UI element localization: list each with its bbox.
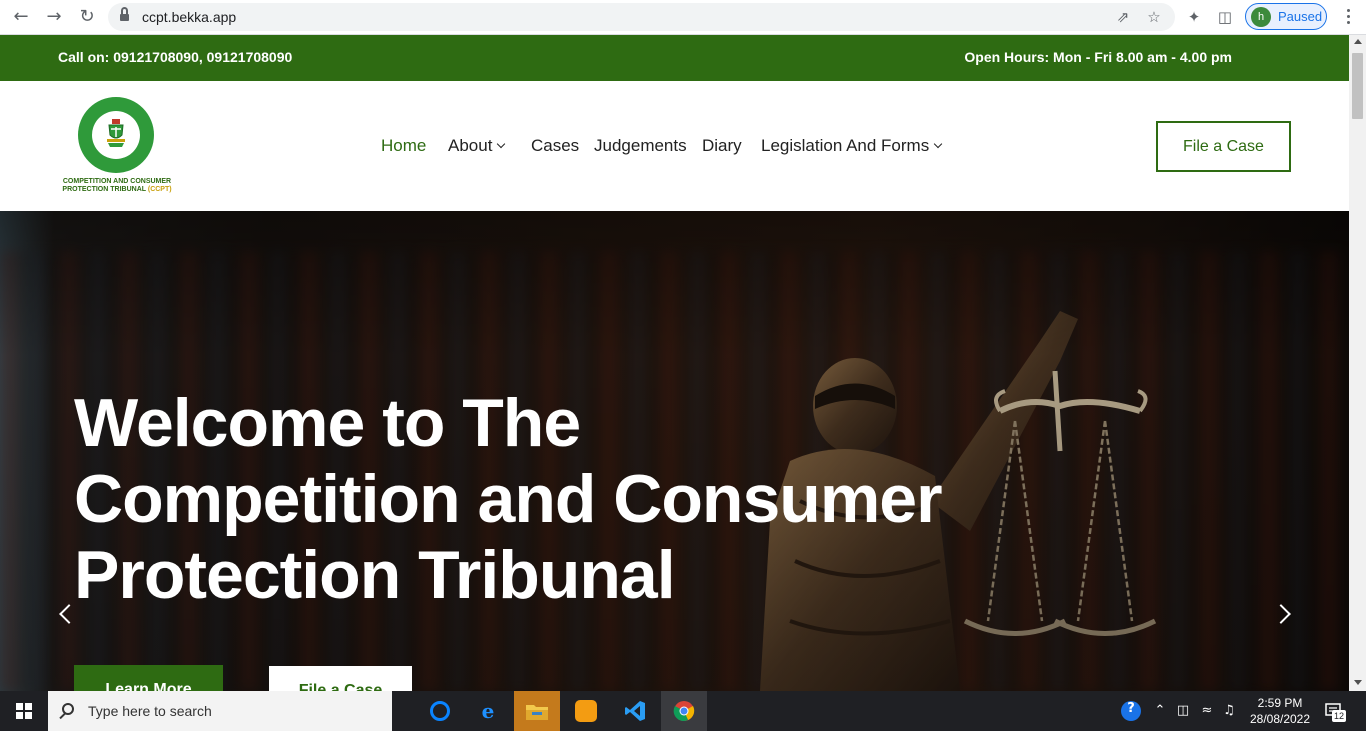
avatar: h	[1251, 7, 1271, 27]
web-page: Call on: 09121708090, 09121708090 Open H…	[0, 35, 1349, 691]
logo-abbr: (CCPT)	[147, 186, 172, 193]
taskbar-file-explorer[interactable]	[514, 691, 560, 731]
learn-more-button[interactable]: Learn More	[74, 665, 223, 691]
taskbar-edge[interactable]: e	[465, 691, 511, 731]
forward-icon[interactable]: →	[42, 6, 66, 28]
scroll-up-icon[interactable]	[1354, 39, 1362, 44]
bookmark-star-icon[interactable]: ☆	[1144, 7, 1164, 27]
search-icon	[62, 703, 74, 715]
taskbar-chrome[interactable]	[661, 691, 707, 731]
nav-judgements[interactable]: Judgements	[594, 136, 687, 156]
nav-legislation-and-forms[interactable]: Legislation And Forms	[761, 136, 943, 156]
vscode-icon	[625, 701, 645, 721]
logo-text: COMPETITION AND CONSUMER PROTECTION TRIB…	[58, 178, 176, 194]
clock-time: 2:59 PM	[1257, 696, 1303, 710]
cortana-icon	[430, 701, 450, 721]
lock-icon[interactable]	[120, 7, 129, 22]
cortana-button[interactable]	[416, 691, 462, 731]
notification-center-button[interactable]: 12	[1324, 701, 1346, 722]
hero-file-a-case-button[interactable]: File a Case	[269, 666, 412, 691]
edge-icon: e	[481, 699, 495, 723]
battery-icon[interactable]: ◫	[1174, 703, 1192, 719]
search-placeholder: Type here to search	[88, 703, 212, 719]
nav-diary[interactable]: Diary	[702, 136, 742, 156]
file-a-case-button[interactable]: File a Case	[1156, 121, 1291, 172]
profile-status: Paused	[1278, 9, 1323, 24]
site-logo[interactable]: COMPETITION AND CONSUMER PROTECTION TRIB…	[58, 97, 176, 197]
scroll-thumb[interactable]	[1352, 53, 1363, 119]
url-text: ccpt.bekka.app	[142, 9, 237, 25]
taskbar-search[interactable]: Type here to search	[48, 691, 392, 731]
coat-of-arms-icon	[107, 119, 125, 147]
folder-icon	[526, 705, 548, 720]
nav-cases[interactable]: Cases	[531, 136, 579, 156]
contact-bar: Call on: 09121708090, 09121708090 Open H…	[0, 35, 1349, 81]
chevron-down-icon	[497, 139, 506, 149]
site-header: COMPETITION AND CONSUMER PROTECTION TRIB…	[0, 81, 1349, 211]
page-scrollbar[interactable]	[1349, 35, 1366, 691]
chevron-down-icon	[933, 139, 943, 149]
hero-slider: Welcome to The Competition and Consumer …	[0, 211, 1349, 691]
back-icon[interactable]: ←	[9, 6, 33, 28]
help-icon[interactable]: ?	[1121, 701, 1141, 721]
taskbar-vscode[interactable]	[612, 691, 658, 731]
start-button[interactable]	[0, 691, 48, 731]
profile-button[interactable]: h Paused	[1245, 3, 1327, 30]
nav-home[interactable]: Home	[381, 136, 426, 156]
logo-seal-icon	[78, 97, 154, 173]
scroll-down-icon[interactable]	[1354, 680, 1362, 685]
nav-about[interactable]: About	[448, 136, 506, 156]
speaker-icon[interactable]: ♫	[1220, 703, 1238, 719]
browser-toolbar: ← → ↻ ccpt.bekka.app ⇗ ☆ ✦ ◫ h Paused	[0, 0, 1366, 35]
browser-menu-icon[interactable]	[1343, 6, 1353, 28]
open-hours: Open Hours: Mon - Fri 8.00 am - 4.00 pm	[964, 49, 1232, 65]
windows-taskbar: Type here to search e ? ⌃ ◫ ≈ ♫ 2:59 PM …	[0, 691, 1366, 731]
phone-numbers: Call on: 09121708090, 09121708090	[58, 49, 293, 65]
system-clock[interactable]: 2:59 PM 28/08/2022	[1240, 695, 1320, 727]
notification-count: 12	[1332, 710, 1346, 722]
wifi-icon[interactable]: ≈	[1198, 703, 1216, 719]
address-bar[interactable]: ccpt.bekka.app ⇗ ☆	[108, 3, 1175, 31]
taskbar-uc-browser[interactable]	[563, 691, 609, 731]
hero-title: Welcome to The Competition and Consumer …	[74, 385, 943, 613]
side-panel-icon[interactable]: ◫	[1214, 6, 1236, 28]
reload-icon[interactable]: ↻	[75, 6, 99, 28]
uc-browser-icon	[575, 700, 597, 722]
logo-line-1: COMPETITION AND CONSUMER	[62, 178, 172, 185]
chrome-icon	[673, 701, 695, 721]
chevron-up-icon[interactable]: ⌃	[1151, 703, 1169, 719]
logo-line-2: PROTECTION TRIBUNAL	[62, 186, 146, 193]
clock-date: 28/08/2022	[1249, 712, 1311, 726]
extensions-icon[interactable]: ✦	[1183, 6, 1205, 28]
share-icon[interactable]: ⇗	[1113, 7, 1133, 27]
windows-logo-icon	[16, 703, 32, 719]
